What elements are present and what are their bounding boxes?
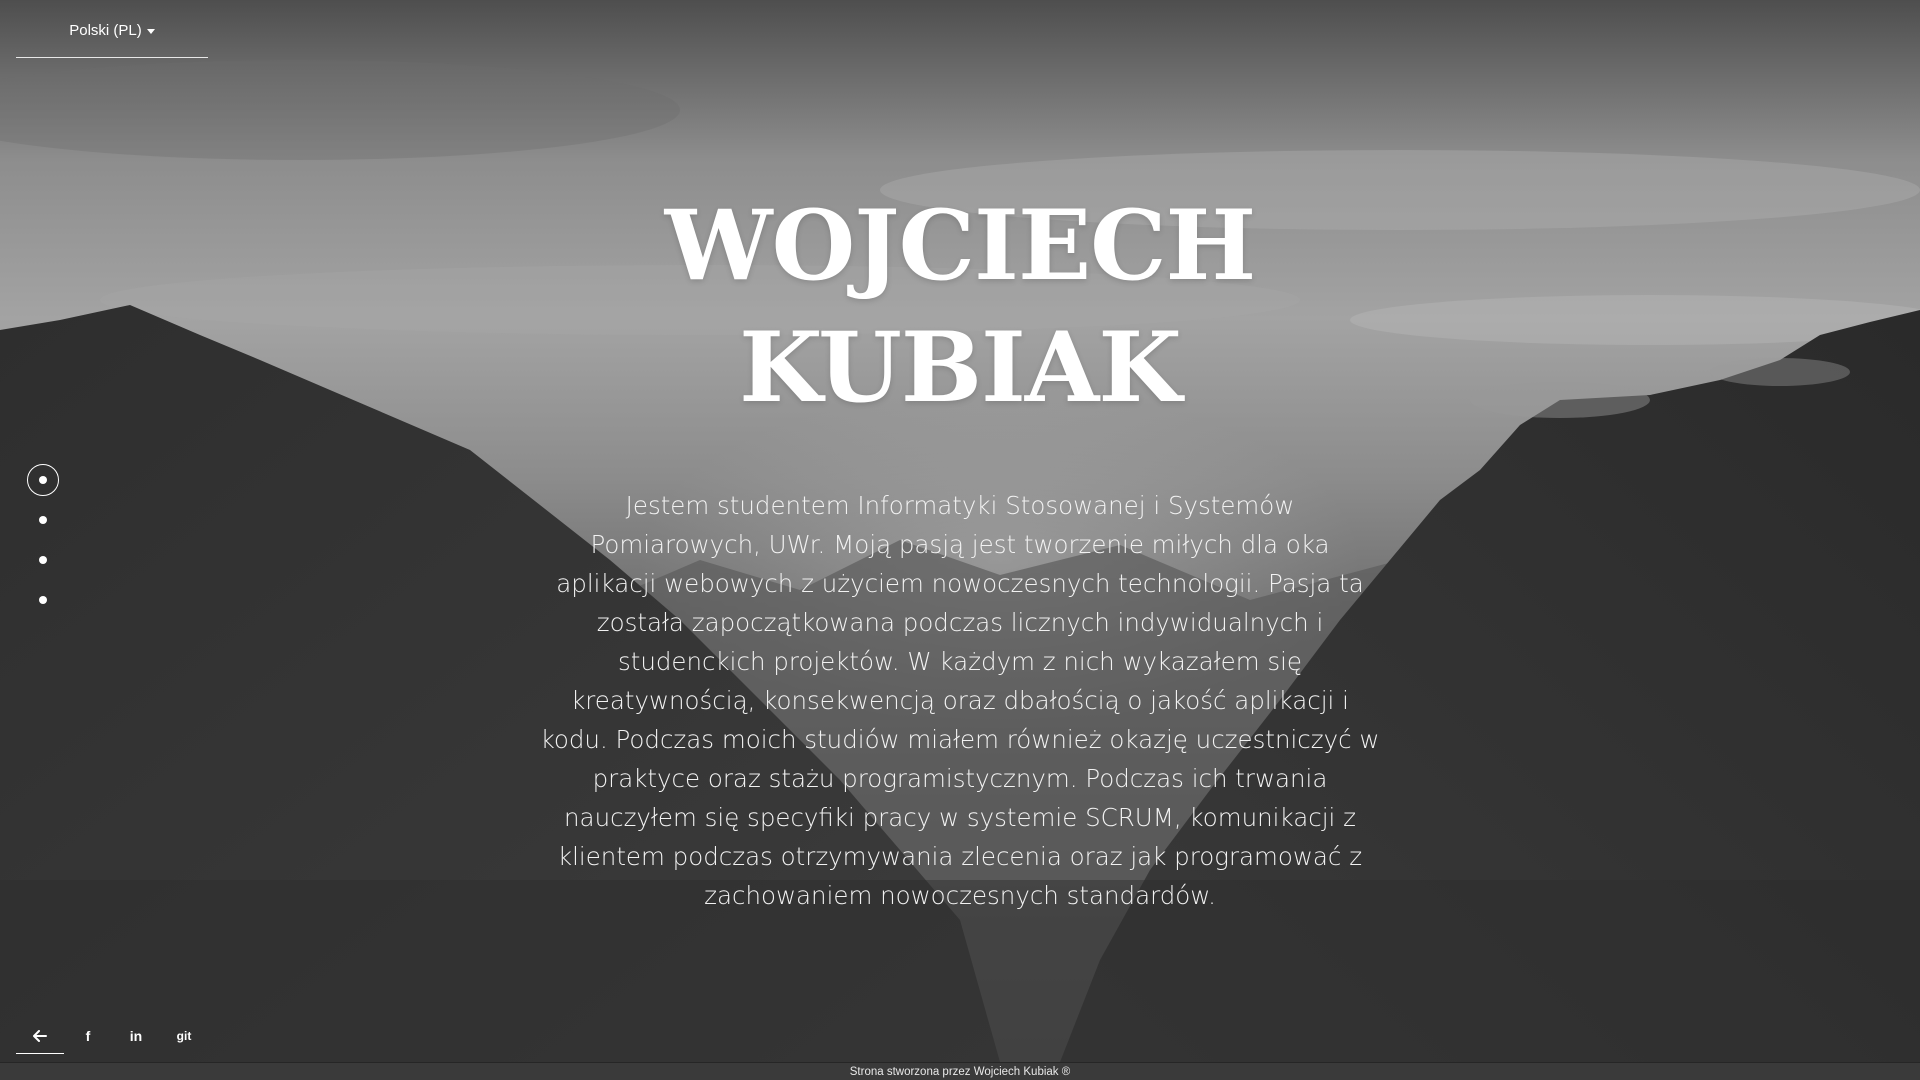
page-title: WOJCIECH KUBIAK (560, 185, 1360, 429)
footer: Strona stworzona przez Wojciech Kubiak ® (0, 1062, 1920, 1080)
section-nav-dot-1[interactable] (27, 464, 59, 496)
title-first-name: WOJCIECH (664, 189, 1256, 302)
section-nav-dot-2[interactable] (27, 504, 59, 536)
section-nav-dot-3[interactable] (27, 544, 59, 576)
language-selector[interactable]: Polski (PL) (16, 22, 208, 58)
section-nav (27, 464, 59, 624)
arrow-left-icon (33, 1029, 47, 1042)
dot-icon (39, 596, 47, 604)
title-last-name: KUBIAK (739, 311, 1182, 424)
dot-icon (39, 516, 47, 524)
dot-icon (39, 476, 47, 484)
bio-text: Jestem studentem Informatyki Stosowanej … (540, 491, 1380, 910)
facebook-icon: f (85, 1028, 91, 1044)
git-link[interactable]: git (160, 1018, 208, 1054)
facebook-link[interactable]: f (64, 1018, 112, 1054)
linkedin-link[interactable]: in (112, 1018, 160, 1054)
section-nav-dot-4[interactable] (27, 584, 59, 616)
back-button[interactable] (16, 1018, 64, 1054)
dot-icon (39, 556, 47, 564)
footer-text: Strona stworzona przez Wojciech Kubiak ® (849, 1065, 1071, 1078)
linkedin-icon: in (129, 1028, 143, 1044)
git-icon: git (176, 1029, 192, 1043)
hero-background: Polski (PL) WOJCIECH KUBIAK Jestem stude… (0, 0, 1920, 1062)
social-bar: f in git (16, 1018, 208, 1054)
caret-down-icon (146, 29, 155, 34)
language-selector-label: Polski (PL) (69, 22, 142, 39)
